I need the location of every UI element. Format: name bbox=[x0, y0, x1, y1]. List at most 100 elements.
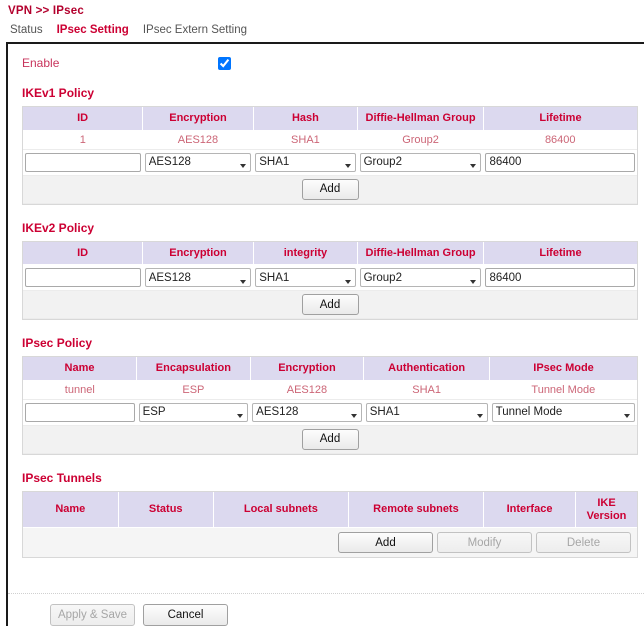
form-action-bar: Apply & Save Cancel bbox=[8, 593, 644, 626]
tab-bar: Status IPsec Setting IPsec Extern Settin… bbox=[0, 17, 644, 42]
ikev2-footer-row: Add bbox=[23, 290, 637, 320]
ipsec-policy-encryption-cell: AES128 bbox=[250, 399, 364, 426]
ipsec-policy-footer-row: Add bbox=[23, 425, 637, 454]
ipsec-policy-mode-select[interactable]: Tunnel Mode bbox=[491, 402, 635, 422]
ipsec-tunnels-col-ike-version: IKE Version bbox=[575, 491, 637, 529]
ikev2-col-lifetime: Lifetime bbox=[483, 241, 637, 266]
ikev1-lifetime-input[interactable] bbox=[485, 152, 635, 172]
section-title-ikev2: IKEv2 Policy bbox=[22, 220, 95, 235]
ikev1-footer-row: Add bbox=[23, 175, 637, 204]
ikev1-encryption-selwrap: AES128 bbox=[144, 152, 252, 172]
ipsec-policy-encryption-select[interactable]: AES128 bbox=[252, 402, 362, 422]
cancel-button[interactable]: Cancel bbox=[143, 604, 228, 626]
ipsec-tunnels-delete-button[interactable]: Delete bbox=[536, 532, 631, 554]
ikev2-dh-cell: Group2 bbox=[357, 264, 484, 292]
ipsec-policy-authentication-select[interactable]: SHA1 bbox=[365, 402, 488, 422]
table-row[interactable]: tunnel ESP AES128 SHA1 Tunnel Mode bbox=[23, 380, 637, 400]
ipsec-tunnels-table: Name Status Local subnets Remote subnets… bbox=[23, 491, 637, 529]
ipsec-policy-mode-cell: Tunnel Mode bbox=[489, 399, 637, 426]
ipsec-policy-cell-encapsulation: ESP bbox=[136, 380, 251, 400]
ipsec-tunnels-col-remote-subnets: Remote subnets bbox=[348, 491, 484, 529]
ikev2-add-button[interactable]: Add bbox=[301, 294, 359, 316]
ikev2-table-wrapper: ID Encryption integrity Diffie-Hellman G… bbox=[22, 240, 638, 321]
ikev1-cell-lifetime: 86400 bbox=[483, 130, 637, 150]
ikev2-form-row: AES128 SHA1 Group2 86400 bbox=[23, 264, 637, 292]
ipsec-policy-form-row: ESP AES128 SHA1 Tunnel Mode bbox=[23, 399, 637, 426]
ikev2-integrity-select[interactable]: SHA1 bbox=[255, 268, 356, 288]
ipsec-tunnels-header-row: Name Status Local subnets Remote subnets… bbox=[23, 491, 637, 529]
ipsec-policy-table: Name Encapsulation Encryption Authentica… bbox=[23, 357, 637, 454]
ikev2-dh-selwrap: Group2 bbox=[359, 268, 482, 288]
ipsec-tunnels-col-interface: Interface bbox=[483, 491, 577, 529]
ipsec-policy-col-authentication: Authentication bbox=[363, 357, 491, 381]
ikev1-col-encryption: Encryption bbox=[142, 107, 254, 131]
ikev1-hash-selwrap: SHA1 bbox=[255, 152, 356, 172]
ipsec-policy-col-name: Name bbox=[23, 357, 138, 381]
ikev1-encryption-select[interactable]: AES128 bbox=[144, 152, 252, 172]
ikev1-hash-select[interactable]: SHA1 bbox=[255, 152, 356, 172]
ipsec-tunnels-col-status: Status bbox=[118, 491, 214, 529]
apply-and-save-button[interactable]: Apply & Save bbox=[50, 604, 135, 626]
ikev1-encryption-cell: AES128 bbox=[142, 149, 254, 176]
ikev1-cell-hash: SHA1 bbox=[253, 130, 358, 150]
section-title-ipsec-policy: IPsec Policy bbox=[22, 336, 93, 351]
ipsec-policy-table-wrapper: Name Encapsulation Encryption Authentica… bbox=[22, 356, 638, 455]
tab-ipsec-setting[interactable]: IPsec Setting bbox=[57, 24, 129, 36]
ikev2-lifetime-input[interactable] bbox=[485, 268, 635, 288]
ikev2-integrity-cell: SHA1 bbox=[253, 264, 358, 292]
enable-checkbox[interactable] bbox=[218, 56, 231, 70]
ipsec-tunnels-table-wrapper: Name Status Local subnets Remote subnets… bbox=[22, 490, 638, 559]
ikev1-add-button[interactable]: Add bbox=[301, 178, 359, 200]
ikev1-form-row: AES128 SHA1 Group2 86400 bbox=[23, 149, 637, 176]
content-panel: Enable IKEv1 Policy ID Encryption Hash D… bbox=[6, 42, 644, 626]
ikev1-id-input[interactable] bbox=[25, 152, 141, 172]
tab-ipsec-extern-setting[interactable]: IPsec Extern Setting bbox=[143, 24, 247, 36]
ikev2-col-dh: Diffie-Hellman Group bbox=[357, 241, 484, 266]
tab-status[interactable]: Status bbox=[10, 24, 43, 36]
ikev1-col-dh: Diffie-Hellman Group bbox=[357, 107, 484, 131]
ipsec-policy-col-encryption: Encryption bbox=[250, 357, 365, 381]
ikev2-col-id: ID bbox=[23, 241, 144, 266]
ipsec-policy-encapsulation-select[interactable]: ESP bbox=[138, 402, 249, 422]
ipsec-tunnels-action-bar: Add Modify Delete bbox=[23, 528, 637, 558]
ipsec-policy-encapsulation-cell: ESP bbox=[136, 399, 251, 426]
ipsec-tunnels-modify-button[interactable]: Modify bbox=[437, 532, 532, 554]
ikev2-id-cell bbox=[23, 264, 143, 292]
ikev2-encryption-selwrap: AES128 bbox=[144, 268, 252, 288]
ipsec-policy-encryption-selwrap: AES128 bbox=[252, 402, 362, 422]
section-title-ipsec-tunnels: IPsec Tunnels bbox=[22, 470, 102, 485]
ipsec-policy-cell-name: tunnel bbox=[23, 380, 137, 400]
ikev1-header-row: ID Encryption Hash Diffie-Hellman Group … bbox=[23, 107, 637, 131]
ikev1-col-lifetime: Lifetime bbox=[483, 107, 637, 131]
ikev2-lifetime-cell bbox=[483, 264, 637, 292]
ikev2-encryption-cell: AES128 bbox=[142, 264, 254, 292]
ipsec-policy-add-button[interactable]: Add bbox=[301, 428, 359, 450]
ipsec-policy-footer-cell: Add bbox=[23, 425, 637, 454]
ikev2-col-integrity: integrity bbox=[253, 241, 359, 266]
ikev2-col-encryption: Encryption bbox=[142, 241, 254, 266]
ikev2-integrity-selwrap: SHA1 bbox=[255, 268, 356, 288]
ipsec-tunnels-add-button[interactable]: Add bbox=[338, 532, 433, 554]
ipsec-tunnels-col-local-subnets: Local subnets bbox=[213, 491, 349, 529]
ipsec-policy-cell-encryption: AES128 bbox=[250, 380, 364, 400]
ipsec-policy-name-input[interactable] bbox=[25, 402, 135, 422]
ipsec-policy-col-mode: IPsec Mode bbox=[489, 357, 637, 381]
ikev1-cell-id: 1 bbox=[23, 130, 143, 150]
table-row[interactable]: 1 AES128 SHA1 Group2 86400 bbox=[23, 130, 637, 150]
ikev1-dh-select[interactable]: Group2 bbox=[359, 152, 482, 172]
ikev1-table: ID Encryption Hash Diffie-Hellman Group … bbox=[23, 107, 637, 204]
ipsec-policy-authentication-selwrap: SHA1 bbox=[365, 402, 488, 422]
ikev2-encryption-select[interactable]: AES128 bbox=[144, 268, 252, 288]
ikev1-table-wrapper: ID Encryption Hash Diffie-Hellman Group … bbox=[22, 106, 638, 205]
ikev2-header-row: ID Encryption integrity Diffie-Hellman G… bbox=[23, 241, 637, 266]
ikev1-cell-dh: Group2 bbox=[357, 130, 484, 150]
ipsec-policy-header-row: Name Encapsulation Encryption Authentica… bbox=[23, 357, 637, 381]
ikev2-table: ID Encryption integrity Diffie-Hellman G… bbox=[23, 241, 637, 320]
ikev2-id-input[interactable] bbox=[25, 268, 141, 288]
ikev2-dh-select[interactable]: Group2 bbox=[359, 268, 482, 288]
ipsec-policy-name-cell bbox=[23, 399, 137, 426]
ikev1-hash-cell: SHA1 bbox=[253, 149, 358, 176]
ikev1-col-hash: Hash bbox=[253, 107, 359, 131]
ikev1-dh-cell: Group2 bbox=[357, 149, 484, 176]
section-title-ikev1: IKEv1 Policy bbox=[22, 86, 95, 100]
